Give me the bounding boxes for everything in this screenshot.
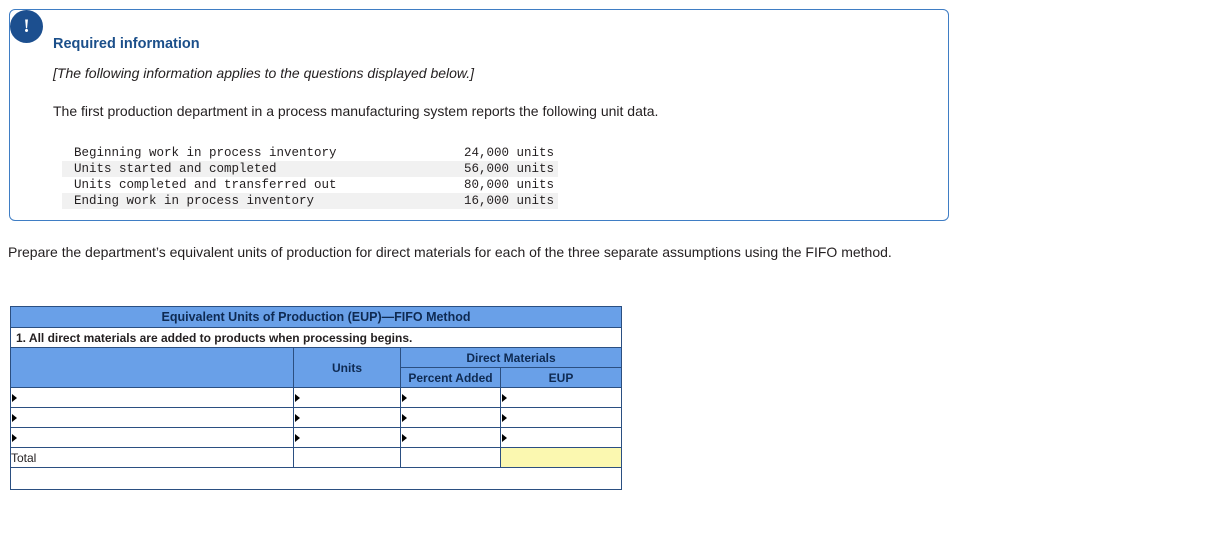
- unit-data-label: Units started and completed: [62, 161, 412, 177]
- table-row: [10, 387, 622, 408]
- units-column-header: Units: [293, 347, 401, 388]
- instruction-text: Prepare the department’s equivalent unit…: [8, 244, 892, 260]
- dropdown-triangle-icon: [502, 393, 507, 402]
- panel-body: The first production department in a pro…: [53, 103, 659, 119]
- dropdown-triangle-icon: [402, 413, 407, 422]
- dropdown-triangle-icon: [295, 433, 300, 442]
- blank-cell: [10, 467, 622, 490]
- row-percent-input-1[interactable]: [400, 387, 501, 408]
- unit-data-value: 24,000 units: [463, 146, 554, 160]
- table-row: Units started and completed 56,000 units: [62, 161, 558, 177]
- total-units-input[interactable]: [293, 447, 401, 468]
- table-row: [10, 427, 622, 448]
- worksheet-title-row: Equivalent Units of Production (EUP)—FIF…: [10, 306, 622, 328]
- dropdown-triangle-icon: [502, 413, 507, 422]
- row-units-input-3[interactable]: [293, 427, 401, 448]
- percent-added-column-header: Percent Added: [400, 367, 501, 388]
- total-label: Total: [10, 447, 294, 468]
- table-row: Units completed and transferred out 80,0…: [62, 177, 558, 193]
- total-percent-cell: [400, 447, 501, 468]
- row-units-input-1[interactable]: [293, 387, 401, 408]
- dropdown-triangle-icon: [502, 433, 507, 442]
- panel-note: [The following information applies to th…: [53, 65, 475, 81]
- unit-data-label: Ending work in process inventory: [62, 193, 412, 209]
- direct-materials-group-header: Direct Materials: [400, 347, 622, 368]
- description-column-header: [10, 347, 294, 388]
- row-description-input-2[interactable]: [10, 407, 294, 428]
- eup-worksheet: Equivalent Units of Production (EUP)—FIF…: [10, 306, 622, 490]
- total-row: Total: [10, 447, 622, 468]
- panel-title: Required information: [53, 36, 200, 52]
- row-units-input-2[interactable]: [293, 407, 401, 428]
- unit-data-value: 80,000 units: [463, 178, 554, 192]
- assumption-label: 1. All direct materials are added to pro…: [10, 327, 622, 348]
- required-information-panel: ! Required information [The following in…: [9, 9, 949, 221]
- row-eup-input-1[interactable]: [500, 387, 622, 408]
- unit-data-label: Units completed and transferred out: [74, 178, 337, 192]
- dropdown-triangle-icon: [12, 413, 17, 422]
- total-eup-input[interactable]: [500, 447, 622, 468]
- unit-data-table: Beginning work in process inventory 24,0…: [62, 145, 558, 209]
- row-description-input-1[interactable]: [10, 387, 294, 408]
- page: ! Required information [The following in…: [0, 0, 1223, 539]
- dropdown-triangle-icon: [12, 433, 17, 442]
- row-percent-input-2[interactable]: [400, 407, 501, 428]
- row-description-input-3[interactable]: [10, 427, 294, 448]
- assumption-row: 1. All direct materials are added to pro…: [10, 327, 622, 348]
- unit-data-label: Beginning work in process inventory: [74, 146, 337, 160]
- row-eup-input-2[interactable]: [500, 407, 622, 428]
- unit-data-value: 56,000 units: [412, 161, 558, 177]
- eup-column-header: EUP: [500, 367, 622, 388]
- header-row-top: Units Direct Materials: [10, 347, 622, 388]
- exclamation-icon: !: [10, 10, 43, 43]
- worksheet-title: Equivalent Units of Production (EUP)—FIF…: [10, 306, 622, 328]
- dropdown-triangle-icon: [402, 433, 407, 442]
- table-row: Ending work in process inventory 16,000 …: [62, 193, 558, 209]
- unit-data-value: 16,000 units: [412, 193, 558, 209]
- dropdown-triangle-icon: [402, 393, 407, 402]
- row-percent-input-3[interactable]: [400, 427, 501, 448]
- dropdown-triangle-icon: [12, 393, 17, 402]
- row-eup-input-3[interactable]: [500, 427, 622, 448]
- table-row: [10, 407, 622, 428]
- dropdown-triangle-icon: [295, 393, 300, 402]
- dropdown-triangle-icon: [295, 413, 300, 422]
- blank-row: [10, 467, 622, 490]
- table-row: Beginning work in process inventory 24,0…: [62, 145, 558, 161]
